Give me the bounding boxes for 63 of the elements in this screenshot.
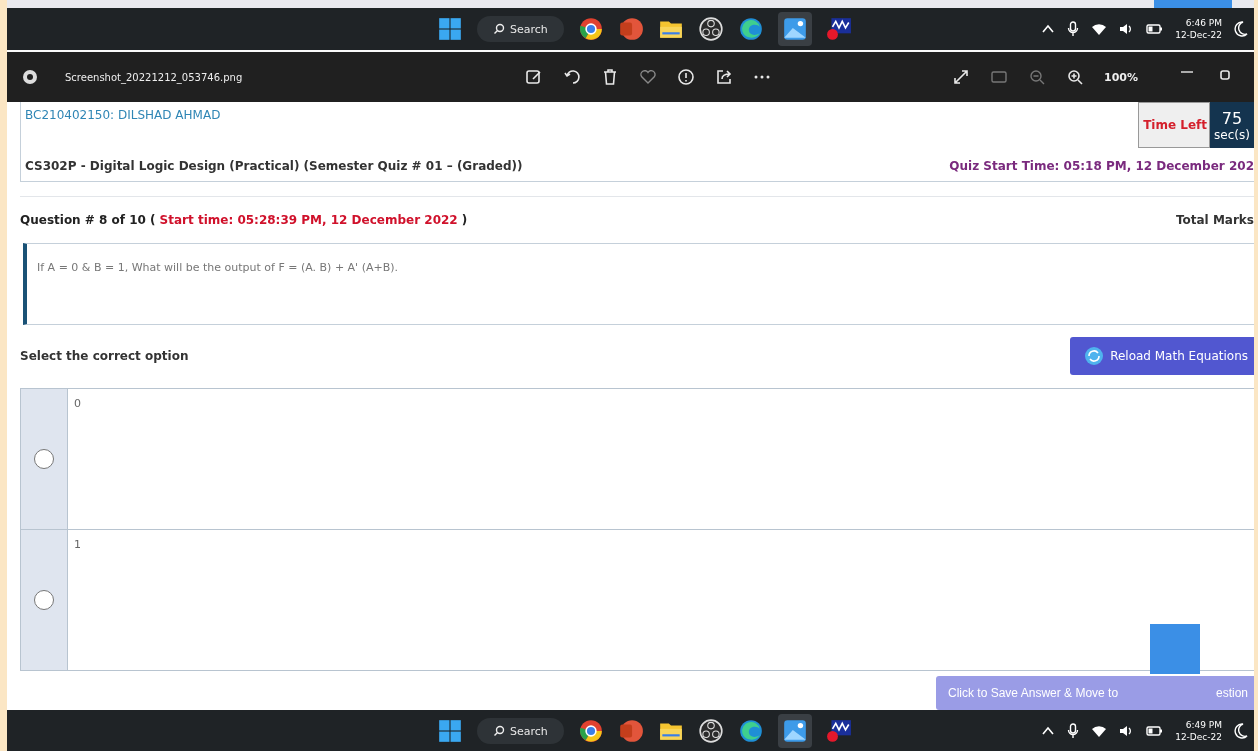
battery-icon[interactable] [1145, 724, 1164, 738]
time-left-counter: 75 sec(s) [1210, 102, 1254, 148]
browser-icon[interactable] [577, 16, 604, 42]
recorder-icon[interactable] [697, 718, 724, 744]
time-left-label: Time Left [1138, 102, 1210, 148]
zoom-out-icon[interactable] [1028, 68, 1046, 86]
browser-icon[interactable] [577, 718, 604, 744]
photos-icon [781, 16, 808, 42]
presentation-app-icon[interactable] [617, 16, 644, 42]
total-marks-label: Total Marks [1175, 213, 1254, 228]
option-text: 1 [74, 538, 81, 551]
speaker-icon[interactable] [1119, 724, 1134, 738]
presentation-app-icon[interactable] [617, 718, 644, 744]
windows-logo-icon[interactable] [437, 16, 463, 42]
reload-math-button[interactable]: Reload Math Equations [1070, 337, 1254, 376]
rotate-icon[interactable] [563, 68, 581, 86]
taskbar-search[interactable]: Search [477, 718, 564, 744]
taskbar-clock[interactable]: 6:46 PM 12-Dec-22 [1175, 17, 1222, 41]
option-text: 0 [74, 397, 81, 410]
photos-icon [781, 718, 808, 744]
option-radio[interactable] [34, 449, 54, 469]
waveform-app-icon[interactable] [825, 16, 852, 42]
webcam-placeholder [1150, 624, 1200, 674]
moon-icon[interactable] [1234, 21, 1248, 37]
course-title: CS302P - Digital Logic Design (Practical) (Semester Quiz # 01 – (Graded)) [25, 159, 523, 174]
taskbar-search[interactable]: Search [477, 16, 564, 42]
taskbar-app[interactable] [777, 714, 812, 748]
wifi-icon[interactable] [1091, 724, 1108, 738]
delete-icon[interactable] [601, 68, 619, 86]
edge-browser-icon[interactable] [737, 718, 764, 744]
select-prompt: Select the correct option [20, 349, 189, 364]
quiz-start-time: Quiz Start Time: 05:18 PM, 12 December 202 [949, 159, 1254, 174]
question-text: If A = 0 & B = 1, What will be the output of F = (A. B) + A' (A+B). [37, 260, 398, 274]
battery-icon[interactable] [1145, 22, 1164, 36]
file-name: Screenshot_20221212_053746.png [65, 71, 243, 83]
expand-icon[interactable] [952, 68, 970, 86]
search-icon [493, 23, 505, 35]
taskbar-app[interactable] [777, 12, 812, 46]
zoom-level[interactable]: 100% [1104, 70, 1138, 84]
question-start-time: Start time: 05:28:39 PM, 12 December 2022 [159, 213, 458, 228]
microphone-icon[interactable] [1067, 723, 1080, 739]
zoom-in-icon[interactable] [1066, 68, 1084, 86]
refresh-icon [1084, 346, 1105, 367]
question-number: Question # 8 of 10 ( [20, 213, 156, 228]
edit-icon[interactable] [525, 68, 543, 86]
option-radio[interactable] [34, 590, 54, 610]
student-name: BC210402150: DILSHAD AHMAD [25, 108, 222, 122]
recorder-icon[interactable] [697, 16, 724, 42]
moon-icon[interactable] [1234, 723, 1248, 739]
actual-size-icon[interactable] [990, 68, 1008, 86]
info-icon[interactable] [677, 68, 695, 86]
speaker-icon[interactable] [1119, 22, 1134, 36]
search-icon [493, 725, 505, 737]
share-icon[interactable] [715, 68, 733, 86]
app-logo-icon [21, 68, 39, 86]
microphone-icon[interactable] [1067, 21, 1080, 37]
heart-icon[interactable] [639, 68, 657, 86]
windows-logo-icon[interactable] [437, 718, 463, 744]
taskbar-clock[interactable]: 6:49 PM 12-Dec-22 [1175, 719, 1222, 743]
waveform-app-icon[interactable] [825, 718, 852, 744]
wifi-icon[interactable] [1091, 22, 1108, 36]
edge-browser-icon[interactable] [737, 16, 764, 42]
closing-parenthesis: ) [461, 213, 468, 228]
